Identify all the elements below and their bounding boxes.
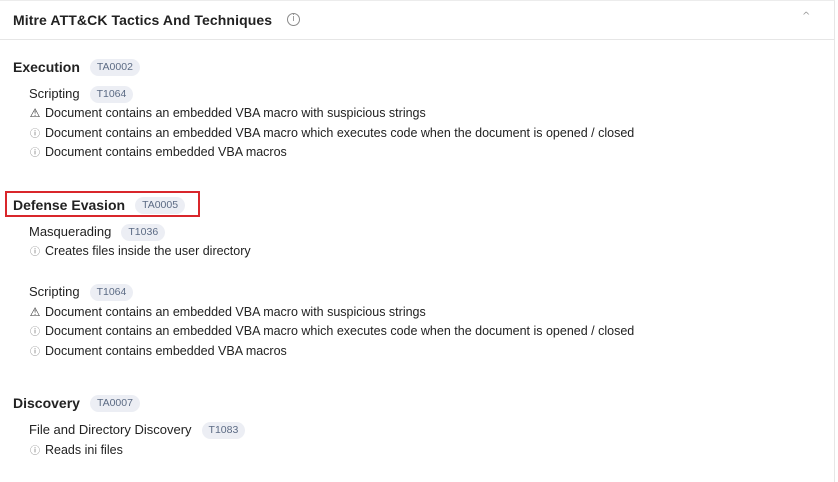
finding-text: Document contains embedded VBA macros [45,145,287,159]
info-icon[interactable]: i [287,13,300,26]
warning-icon: ⚠ [29,305,41,319]
panel-title: Mitre ATT&CK Tactics And Techniques [13,12,273,28]
finding-text: Document contains an embedded VBA macro … [45,324,635,338]
info-icon: ⓘ [30,347,40,358]
technique-id-badge: T1083 [201,421,246,439]
technique-id-badge: T1064 [89,85,134,103]
technique-scripting: Scripting T1064 [29,85,134,103]
tactic-id-badge: TA0005 [135,196,186,214]
tactic-name: Defense Evasion [13,197,126,213]
finding-item: ⓘ Creates files inside the user directory [29,242,251,260]
finding-item: ⓘ Document contains an embedded VBA macro… [29,124,634,142]
tactic-name: Execution [13,59,80,75]
finding-item: ⓘ Document contains an embedded VBA macro… [29,322,634,340]
technique-file-directory-discovery: File and Directory Discovery T1083 [29,421,246,439]
info-icon: ⓘ [30,446,40,457]
finding-item: ⓘ Document contains embedded VBA macros [29,342,287,360]
technique-masquerading: Masquerading T1036 [29,223,166,241]
info-icon: ⓘ [30,129,40,140]
tactic-execution: Execution TA0002 [13,58,140,80]
technique-id-badge: T1036 [121,223,166,241]
finding-text: Creates files inside the user directory [45,244,251,258]
finding-item: ⓘ Document contains embedded VBA macros [29,143,287,161]
tactic-defense-evasion: Defense Evasion TA0005 [13,196,186,218]
finding-item: ⚠ Document contains an embedded VBA macro… [29,303,426,321]
technique-name: Scripting [29,284,80,299]
finding-text: Reads ini files [45,443,123,457]
warning-icon: ⚠ [29,106,41,120]
technique-name: Masquerading [29,224,112,239]
info-icon: ⓘ [30,247,40,258]
finding-text: Document contains an embedded VBA macro … [45,305,426,319]
tactic-id-badge: TA0002 [89,58,140,76]
finding-text: Document contains an embedded VBA macro … [45,126,635,140]
mitre-panel: Mitre ATT&CK Tactics And Techniques i ^ … [0,0,835,482]
technique-name: Scripting [29,86,80,101]
technique-scripting: Scripting T1064 [29,283,134,301]
tactic-discovery: Discovery TA0007 [13,394,140,416]
technique-name: File and Directory Discovery [29,422,192,437]
finding-text: Document contains embedded VBA macros [45,344,287,358]
info-icon: ⓘ [30,148,40,159]
panel-header[interactable]: Mitre ATT&CK Tactics And Techniques i ^ [0,1,834,40]
finding-item: ⚠ Document contains an embedded VBA macro… [29,104,426,122]
finding-item: ⓘ Reads ini files [29,441,123,459]
finding-text: Document contains an embedded VBA macro … [45,106,426,120]
tactic-id-badge: TA0007 [89,394,140,412]
info-icon: ⓘ [30,327,40,338]
chevron-up-icon[interactable]: ^ [802,11,812,22]
technique-id-badge: T1064 [89,283,134,301]
tactic-name: Discovery [13,395,80,411]
